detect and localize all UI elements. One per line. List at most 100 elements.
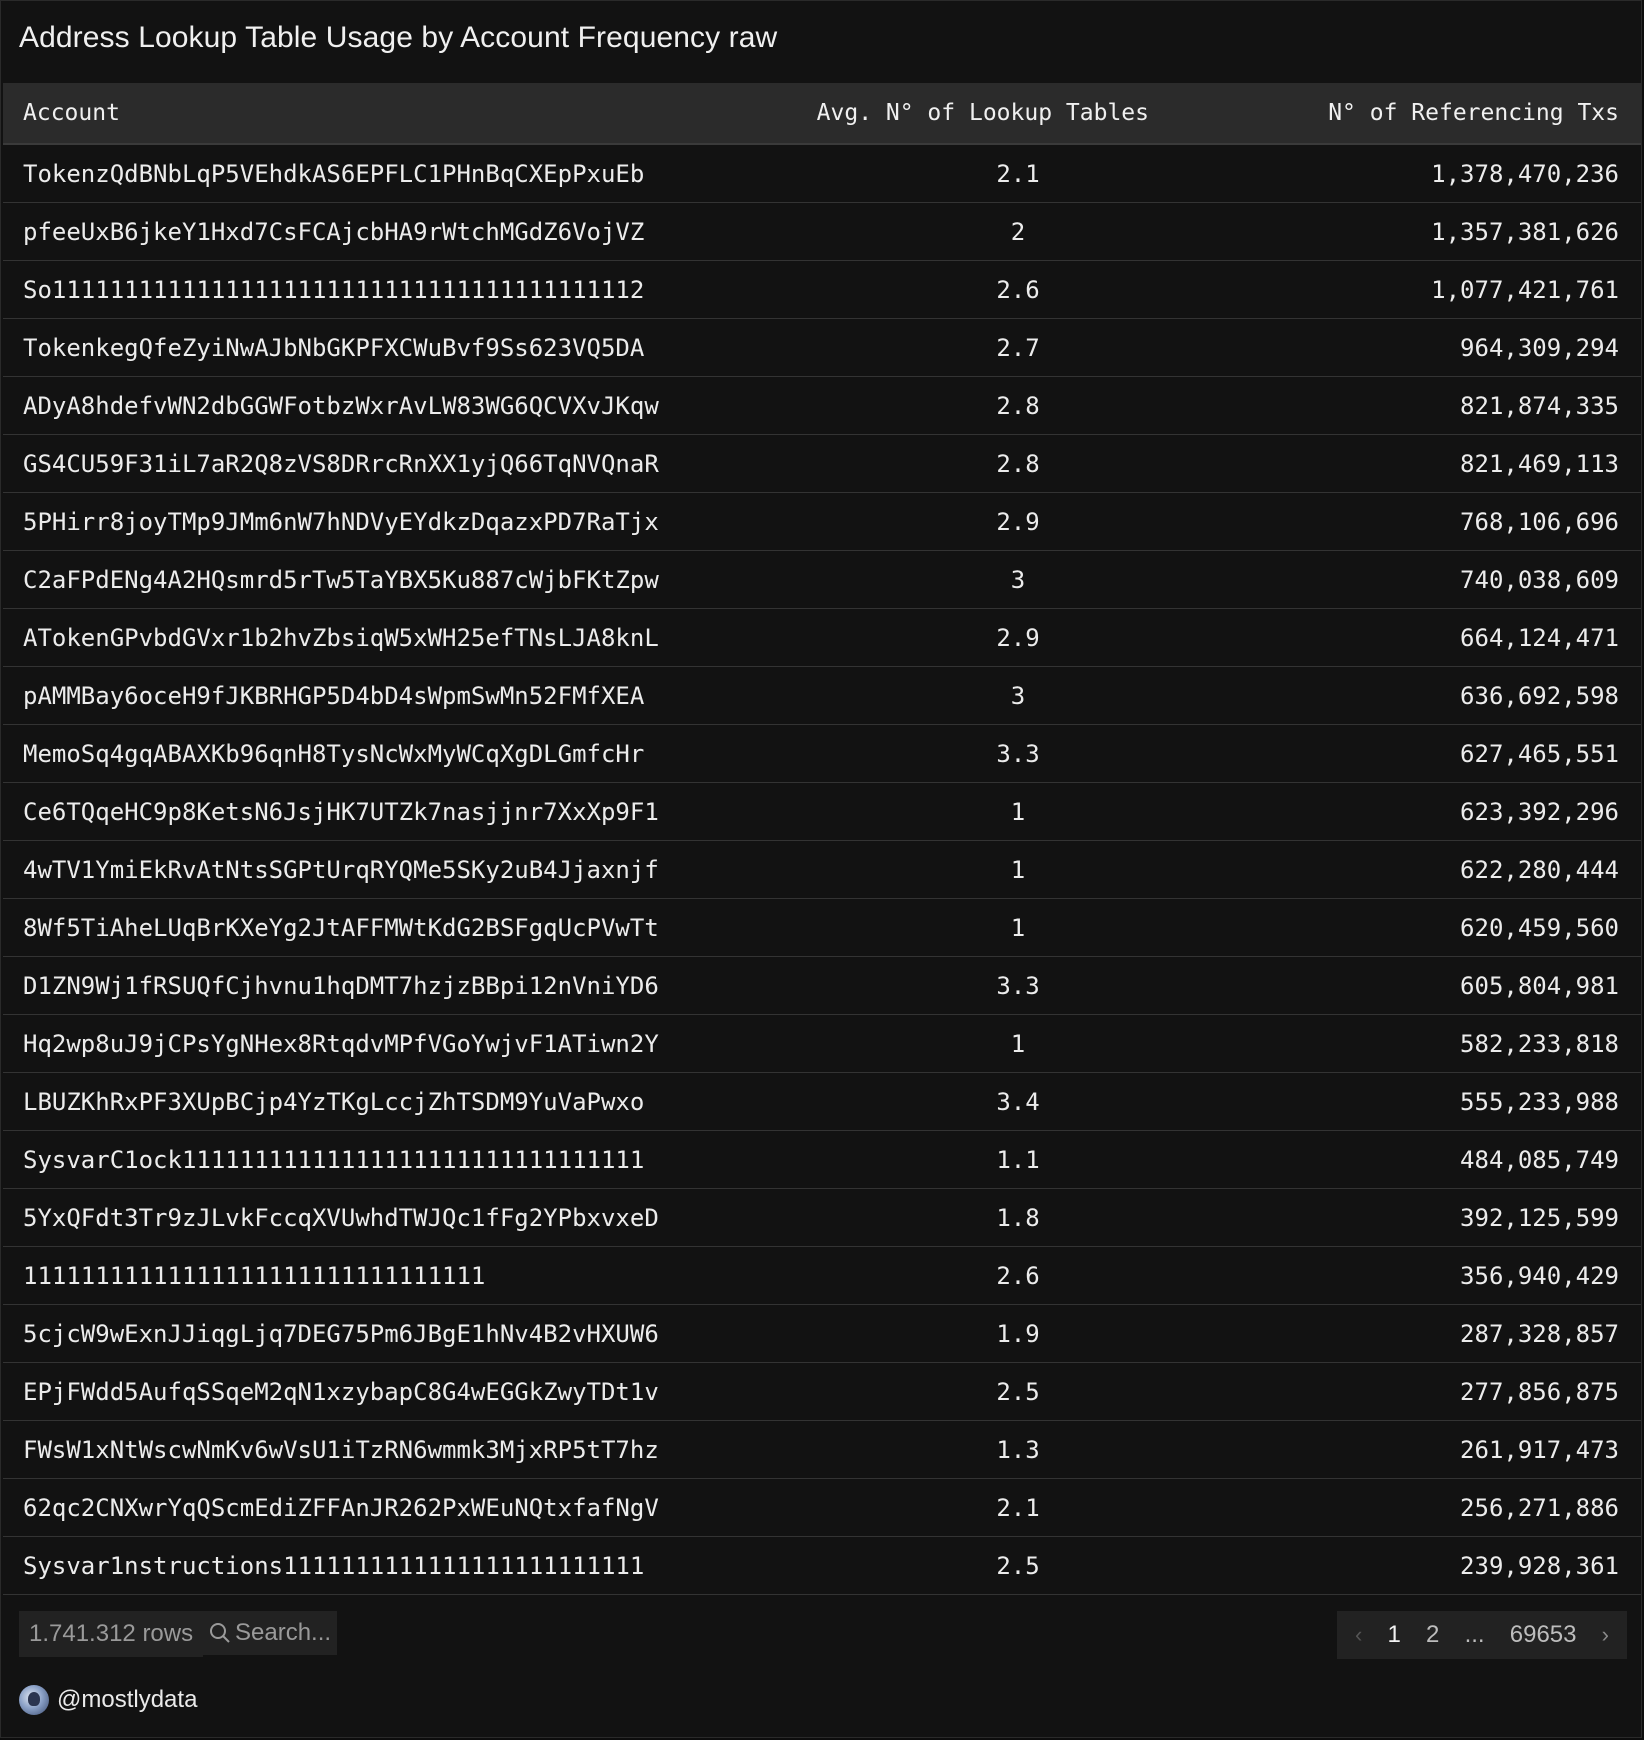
- page-1-link[interactable]: 1: [1388, 1621, 1401, 1649]
- account-cell: 5PHirr8joyTMp9JMm6nW7hNDVyEYdkzDqazxPD7R…: [23, 507, 659, 536]
- page-2-link[interactable]: 2: [1426, 1621, 1439, 1649]
- table-row[interactable]: 62qc2CNXwrYqQScmEdiZFFAnJR262PxWEuNQtxfa…: [3, 1479, 1641, 1537]
- referencing-txs-cell: 392,125,599: [1460, 1203, 1619, 1232]
- referencing-txs-cell: 1,077,421,761: [1431, 275, 1619, 304]
- table-row[interactable]: MemoSq4gqABAXKb96qnH8TysNcWxMyWCqXgDLGmf…: [3, 725, 1641, 783]
- table-row[interactable]: pfeeUxB6jkeY1Hxd7CsFCAjcbHA9rWtchMGdZ6Vo…: [3, 203, 1641, 261]
- referencing-txs-cell: 664,124,471: [1460, 623, 1619, 652]
- referencing-txs-cell: 623,392,296: [1460, 797, 1619, 826]
- row-count-badge: 1.741.312 rows: [19, 1611, 204, 1657]
- account-cell: EPjFWdd5AufqSSqeM2qN1xzybapC8G4wEGGkZwyT…: [23, 1377, 659, 1406]
- table-row[interactable]: EPjFWdd5AufqSSqeM2qN1xzybapC8G4wEGGkZwyT…: [3, 1363, 1641, 1421]
- referencing-txs-cell: 261,917,473: [1460, 1435, 1619, 1464]
- column-header-account[interactable]: Account: [3, 100, 763, 126]
- panel-title: Address Lookup Table Usage by Account Fr…: [19, 21, 778, 54]
- avg-lookup-tables-cell: 2.9: [996, 623, 1040, 652]
- table-row[interactable]: C2aFPdENg4A2HQsmrd5rTw5TaYBX5Ku887cWjbFK…: [3, 551, 1641, 609]
- avg-lookup-tables-cell: 1.9: [996, 1319, 1040, 1348]
- table-row[interactable]: TokenkegQfeZyiNwAJbNbGKPFXCWuBvf9Ss623VQ…: [3, 319, 1641, 377]
- table-row[interactable]: ADyA8hdefvWN2dbGGWFotbzWxrAvLW83WG6QCVXv…: [3, 377, 1641, 435]
- account-cell: SysvarC1ock11111111111111111111111111111…: [23, 1145, 645, 1174]
- avg-lookup-tables-cell: 3: [1010, 681, 1026, 710]
- avg-lookup-tables-cell: 1: [1010, 797, 1026, 826]
- table-row[interactable]: 5PHirr8joyTMp9JMm6nW7hNDVyEYdkzDqazxPD7R…: [3, 493, 1641, 551]
- table-row[interactable]: pAMMBay6oceH9fJKBRHGP5D4bD4sWpmSwMn52FMf…: [3, 667, 1641, 725]
- account-cell: ADyA8hdefvWN2dbGGWFotbzWxrAvLW83WG6QCVXv…: [23, 391, 659, 420]
- referencing-txs-cell: 627,465,551: [1460, 739, 1619, 768]
- avg-lookup-tables-cell: 2.6: [996, 1261, 1040, 1290]
- table-row[interactable]: 8Wf5TiAheLUqBrKXeYg2JtAFFMWtKdG2BSFgqUcP…: [3, 899, 1641, 957]
- chevron-left-icon[interactable]: ‹: [1355, 1622, 1362, 1648]
- query-result-panel: Address Lookup Table Usage by Account Fr…: [0, 0, 1642, 1738]
- table-row[interactable]: SysvarC1ock11111111111111111111111111111…: [3, 1131, 1641, 1189]
- referencing-txs-cell: 277,856,875: [1460, 1377, 1619, 1406]
- table-footer: 1.741.312 rows ‹ 1 2 ... 69653 ›: [19, 1611, 1627, 1659]
- column-header-referencing-txs[interactable]: N° of Referencing Txs: [1199, 100, 1641, 126]
- author-handle[interactable]: @mostlydata: [57, 1686, 197, 1714]
- account-cell: So11111111111111111111111111111111111111…: [23, 275, 645, 304]
- avatar: [19, 1685, 49, 1715]
- table-row[interactable]: So11111111111111111111111111111111111111…: [3, 261, 1641, 319]
- column-header-avg-lookup-tables[interactable]: Avg. N° of Lookup Tables: [763, 100, 1199, 126]
- avg-lookup-tables-cell: 3.4: [996, 1087, 1040, 1116]
- author-attribution[interactable]: @mostlydata: [19, 1685, 197, 1715]
- table-row[interactable]: D1ZN9Wj1fRSUQfCjhvnu1hqDMT7hzjzBBpi12nVn…: [3, 957, 1641, 1015]
- table-row[interactable]: Sysvar1nstructions1111111111111111111111…: [3, 1537, 1641, 1595]
- account-cell: GS4CU59F31iL7aR2Q8zVS8DRrcRnXX1yjQ66TqNV…: [23, 449, 659, 478]
- avg-lookup-tables-cell: 1: [1010, 1029, 1026, 1058]
- avg-lookup-tables-cell: 3.3: [996, 739, 1040, 768]
- search-input[interactable]: [231, 1619, 335, 1647]
- account-cell: pfeeUxB6jkeY1Hxd7CsFCAjcbHA9rWtchMGdZ6Vo…: [23, 217, 645, 246]
- avg-lookup-tables-cell: 2.5: [996, 1377, 1040, 1406]
- account-cell: TokenzQdBNbLqP5VEhdkAS6EPFLC1PHnBqCXEpPx…: [23, 159, 645, 188]
- referencing-txs-cell: 636,692,598: [1460, 681, 1619, 710]
- table-row[interactable]: TokenzQdBNbLqP5VEhdkAS6EPFLC1PHnBqCXEpPx…: [3, 145, 1641, 203]
- account-cell: LBUZKhRxPF3XUpBCjp4YzTKgLccjZhTSDM9YuVaP…: [23, 1087, 645, 1116]
- table-row[interactable]: 4wTV1YmiEkRvAtNtsSGPtUrqRYQMe5SKy2uB4Jja…: [3, 841, 1641, 899]
- avg-lookup-tables-cell: 1.3: [996, 1435, 1040, 1464]
- table-row[interactable]: Ce6TQqeHC9p8KetsN6JsjHK7UTZk7nasjjnr7XxX…: [3, 783, 1641, 841]
- avg-lookup-tables-cell: 1: [1010, 913, 1026, 942]
- account-cell: Sysvar1nstructions1111111111111111111111…: [23, 1551, 645, 1580]
- referencing-txs-cell: 356,940,429: [1460, 1261, 1619, 1290]
- search-box[interactable]: [201, 1611, 337, 1655]
- table-row[interactable]: FWsW1xNtWscwNmKv6wVsU1iTzRN6wmmk3MjxRP5t…: [3, 1421, 1641, 1479]
- referencing-txs-cell: 620,459,560: [1460, 913, 1619, 942]
- account-cell: D1ZN9Wj1fRSUQfCjhvnu1hqDMT7hzjzBBpi12nVn…: [23, 971, 659, 1000]
- table-row[interactable]: 11111111111111111111111111111111 2.6 356,9…: [3, 1247, 1641, 1305]
- table-row[interactable]: LBUZKhRxPF3XUpBCjp4YzTKgLccjZhTSDM9YuVaP…: [3, 1073, 1641, 1131]
- account-cell: 5cjcW9wExnJJiqgLjq7DEG75Pm6JBgE1hNv4B2vH…: [23, 1319, 659, 1348]
- page-last-link[interactable]: 69653: [1510, 1621, 1577, 1649]
- table-row[interactable]: 5YxQFdt3Tr9zJLvkFccqXVUwhdTWJQc1fFg2YPbx…: [3, 1189, 1641, 1247]
- avg-lookup-tables-cell: 2: [1010, 217, 1026, 246]
- referencing-txs-cell: 582,233,818: [1460, 1029, 1619, 1058]
- results-table: Account Avg. N° of Lookup Tables N° of R…: [3, 83, 1641, 1595]
- referencing-txs-cell: 484,085,749: [1460, 1145, 1619, 1174]
- avg-lookup-tables-cell: 3: [1010, 565, 1026, 594]
- account-cell: 8Wf5TiAheLUqBrKXeYg2JtAFFMWtKdG2BSFgqUcP…: [23, 913, 659, 942]
- chevron-right-icon[interactable]: ›: [1602, 1622, 1609, 1648]
- table-row[interactable]: ATokenGPvbdGVxr1b2hvZbsiqW5xWH25efTNsLJA…: [3, 609, 1641, 667]
- account-cell: TokenkegQfeZyiNwAJbNbGKPFXCWuBvf9Ss623VQ…: [23, 333, 645, 362]
- avg-lookup-tables-cell: 2.5: [996, 1551, 1040, 1580]
- table-header: Account Avg. N° of Lookup Tables N° of R…: [3, 83, 1641, 145]
- avg-lookup-tables-cell: 2.1: [996, 1493, 1040, 1522]
- account-cell: 62qc2CNXwrYqQScmEdiZFFAnJR262PxWEuNQtxfa…: [23, 1493, 659, 1522]
- pagination: ‹ 1 2 ... 69653 ›: [1337, 1611, 1627, 1659]
- referencing-txs-cell: 1,378,470,236: [1431, 159, 1619, 188]
- avg-lookup-tables-cell: 2.8: [996, 449, 1040, 478]
- avg-lookup-tables-cell: 3.3: [996, 971, 1040, 1000]
- referencing-txs-cell: 768,106,696: [1460, 507, 1619, 536]
- avg-lookup-tables-cell: 2.8: [996, 391, 1040, 420]
- avg-lookup-tables-cell: 1.1: [996, 1145, 1040, 1174]
- table-row[interactable]: 5cjcW9wExnJJiqgLjq7DEG75Pm6JBgE1hNv4B2vH…: [3, 1305, 1641, 1363]
- avg-lookup-tables-cell: 1: [1010, 855, 1026, 884]
- avg-lookup-tables-cell: 2.1: [996, 159, 1040, 188]
- account-cell: Ce6TQqeHC9p8KetsN6JsjHK7UTZk7nasjjnr7XxX…: [23, 797, 659, 826]
- account-cell: ATokenGPvbdGVxr1b2hvZbsiqW5xWH25efTNsLJA…: [23, 623, 659, 652]
- avg-lookup-tables-cell: 2.7: [996, 333, 1040, 362]
- table-row[interactable]: Hq2wp8uJ9jCPsYgNHex8RtqdvMPfVGoYwjvF1ATi…: [3, 1015, 1641, 1073]
- avg-lookup-tables-cell: 2.6: [996, 275, 1040, 304]
- table-row[interactable]: GS4CU59F31iL7aR2Q8zVS8DRrcRnXX1yjQ66TqNV…: [3, 435, 1641, 493]
- avg-lookup-tables-cell: 1.8: [996, 1203, 1040, 1232]
